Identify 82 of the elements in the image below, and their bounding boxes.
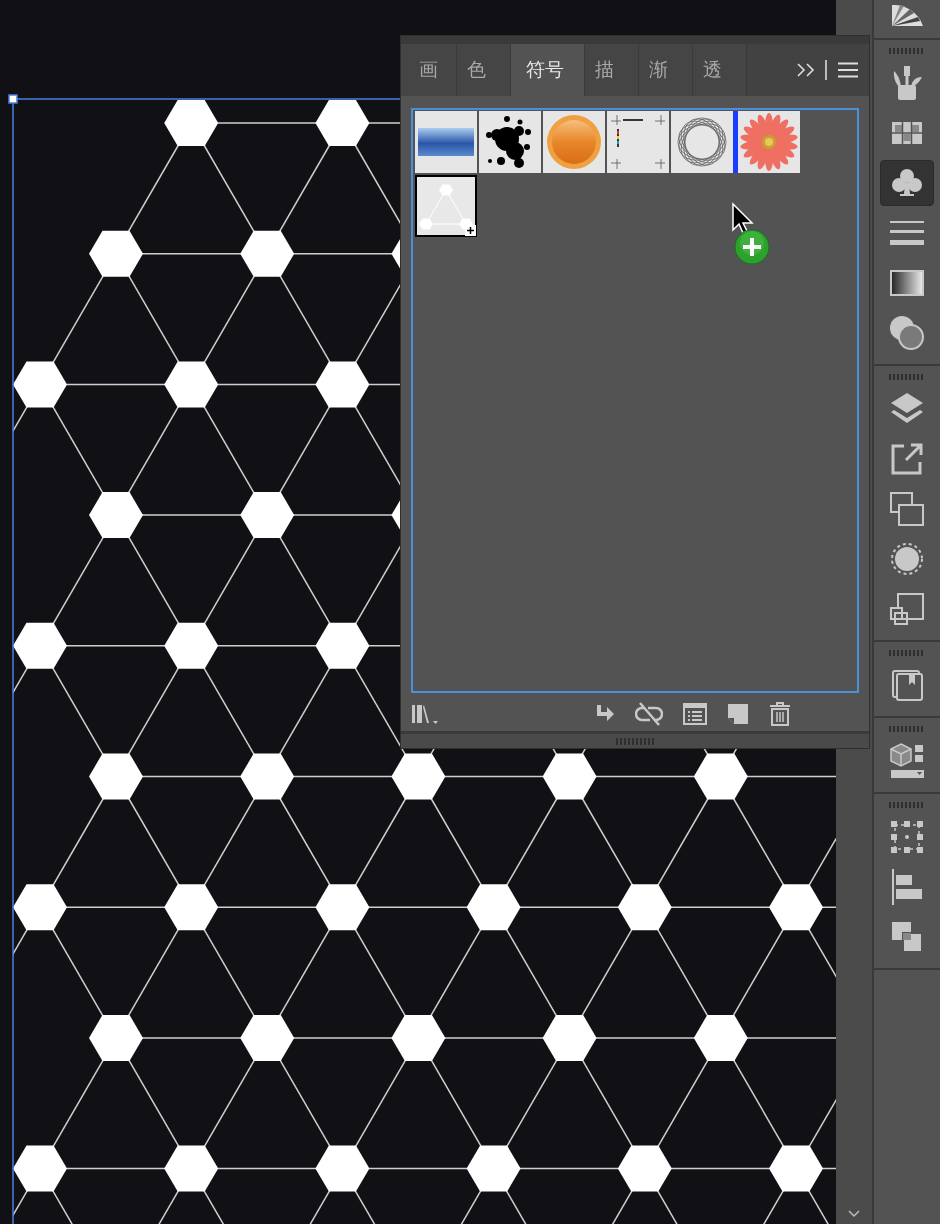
hexagon xyxy=(315,100,370,146)
add-badge-icon xyxy=(734,229,770,265)
hexagon xyxy=(315,361,370,408)
selection-handle[interactable] xyxy=(8,94,18,104)
options-list-icon[interactable] xyxy=(683,703,707,725)
resize-grip[interactable] xyxy=(616,737,654,745)
hexagon xyxy=(164,1145,219,1192)
panel-tab[interactable]: 符号 xyxy=(511,44,585,96)
hexagon xyxy=(693,753,748,800)
hexagon xyxy=(466,1145,521,1192)
hexagon xyxy=(13,1145,67,1192)
bounding-box-icon xyxy=(891,821,923,853)
hexagon xyxy=(89,753,143,800)
symbol-swatch[interactable] xyxy=(415,175,477,237)
hexagon xyxy=(466,884,521,931)
chevron-down-icon[interactable] xyxy=(848,1210,860,1218)
pathfinder-icon xyxy=(891,921,923,953)
hexagon xyxy=(617,884,672,931)
hexagon xyxy=(164,361,219,408)
hexagon xyxy=(89,1014,143,1061)
hexagon xyxy=(315,884,370,931)
hexagon xyxy=(769,1145,823,1192)
panel-button[interactable] xyxy=(880,160,934,206)
brushes-icon xyxy=(891,65,923,101)
hexagon xyxy=(89,492,143,539)
place-arrow-icon[interactable] xyxy=(595,705,615,723)
flower-thumbnail xyxy=(740,113,798,171)
hexagon xyxy=(391,1014,446,1061)
double-chevron-icon[interactable] xyxy=(797,63,815,77)
hexagon xyxy=(542,1014,597,1061)
symbol-swatch[interactable] xyxy=(415,111,477,173)
hexagon xyxy=(240,492,295,539)
crop-marks-thumbnail xyxy=(609,113,667,171)
hexagon xyxy=(164,100,219,146)
symbol-swatch[interactable] xyxy=(479,111,541,173)
hexagon xyxy=(769,884,823,931)
dashed-circle-icon xyxy=(890,542,924,576)
grid-icon xyxy=(891,121,923,145)
hexagon xyxy=(391,753,446,800)
hexagon xyxy=(164,884,219,931)
panel-grip[interactable] xyxy=(889,726,925,732)
hexagon xyxy=(617,1145,672,1192)
hexagon xyxy=(164,622,219,669)
symbol-swatch[interactable] xyxy=(671,111,733,173)
align-left-icon xyxy=(891,869,923,905)
symbol-swatch[interactable] xyxy=(738,111,800,173)
trash-icon[interactable] xyxy=(769,702,791,726)
panel-grip[interactable] xyxy=(889,374,925,380)
hexagon xyxy=(89,230,143,277)
transform-squares-icon xyxy=(890,593,924,625)
book-icon xyxy=(891,669,923,701)
hexagon xyxy=(240,1014,295,1061)
hexagon xyxy=(315,622,370,669)
panel-grip[interactable] xyxy=(889,650,925,656)
hexagon xyxy=(13,622,67,669)
gradient-icon xyxy=(890,270,924,296)
hexagon xyxy=(13,884,67,931)
plus-badge-icon xyxy=(465,225,476,236)
hexagon xyxy=(240,753,295,800)
orb-thumbnail xyxy=(545,113,603,171)
export-icon xyxy=(890,442,924,476)
cursor-icon xyxy=(731,202,755,234)
hexagon xyxy=(240,230,295,277)
menu-icon[interactable] xyxy=(837,62,859,78)
lines-icon xyxy=(890,220,924,246)
hexagon xyxy=(542,753,597,800)
hexagon xyxy=(315,1145,370,1192)
unlink-icon[interactable] xyxy=(635,702,663,726)
circles-icon xyxy=(889,315,925,351)
hexagon xyxy=(13,361,67,408)
gradient-bar-thumbnail xyxy=(418,128,474,156)
new-symbol-icon[interactable] xyxy=(727,703,749,725)
panel-grip[interactable] xyxy=(889,802,925,808)
hexagon xyxy=(693,1014,748,1061)
panel-grip[interactable] xyxy=(889,48,925,54)
club-icon xyxy=(891,167,923,199)
cube-icon xyxy=(890,743,924,779)
symbol-swatch[interactable] xyxy=(607,111,669,173)
overlapping-squares-icon xyxy=(889,491,925,527)
fan-icon xyxy=(890,5,924,27)
layers-icon xyxy=(890,392,924,426)
symbol-swatch[interactable] xyxy=(543,111,605,173)
